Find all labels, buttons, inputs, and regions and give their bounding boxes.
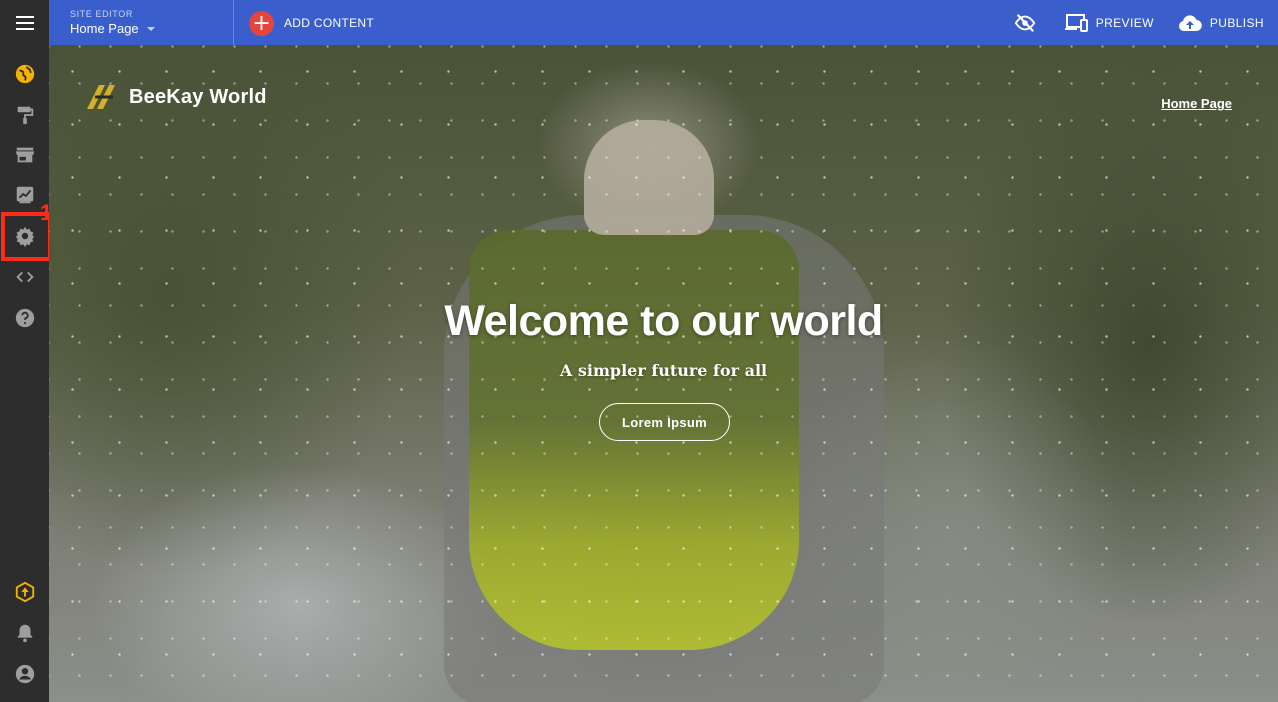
- preview-button[interactable]: PREVIEW: [1064, 13, 1154, 33]
- hamburger-menu-button[interactable]: [0, 0, 49, 45]
- sidebar-item-help[interactable]: [0, 298, 49, 338]
- brand-name: BeeKay World: [129, 85, 267, 108]
- bell-icon: [17, 624, 32, 643]
- cloud-upload-icon: [1178, 14, 1202, 31]
- hamburger-icon: [15, 15, 34, 30]
- hero-subtitle: A simpler future for all: [559, 361, 768, 380]
- publish-button[interactable]: PUBLISH: [1178, 13, 1264, 33]
- sidebar-item-code[interactable]: [0, 257, 49, 297]
- account-icon: [15, 664, 34, 684]
- hero-cta-button[interactable]: Lorem Ipsum: [599, 403, 730, 441]
- sidebar-item-account[interactable]: [0, 654, 49, 694]
- code-icon: [15, 271, 34, 283]
- globe-icon: [15, 64, 34, 84]
- site-brand[interactable]: BeeKay World: [85, 83, 267, 111]
- hero-title: Welcome to our world: [444, 297, 883, 345]
- current-page-label: Home Page: [70, 21, 139, 36]
- publish-label: PUBLISH: [1209, 15, 1264, 30]
- sidebar-item-upgrade[interactable]: [0, 572, 49, 612]
- hide-button[interactable]: [1014, 12, 1036, 34]
- preview-label: PREVIEW: [1095, 15, 1154, 30]
- store-icon: [15, 147, 34, 163]
- left-sidebar: [0, 0, 49, 702]
- upgrade-icon: [15, 581, 34, 603]
- top-bar: SITE EDITOR Home Page + ADD CONTENT PREV…: [49, 0, 1278, 45]
- devices-icon: [1064, 13, 1088, 32]
- page-selector[interactable]: SITE EDITOR Home Page: [49, 0, 234, 45]
- plus-icon: +: [249, 10, 274, 36]
- sidebar-item-notifications[interactable]: [0, 613, 49, 653]
- site-editor-label: SITE EDITOR: [70, 9, 133, 19]
- nav-link-home-page[interactable]: Home Page: [1161, 96, 1232, 111]
- site-preview-hero[interactable]: BeeKay World Home Page Welcome to our wo…: [49, 45, 1278, 702]
- sidebar-item-store[interactable]: [0, 135, 49, 175]
- help-icon: [15, 308, 34, 328]
- chevron-down-icon: [146, 26, 155, 31]
- add-content-button[interactable]: + ADD CONTENT: [249, 10, 374, 36]
- paint-roller-icon: [17, 106, 33, 125]
- eye-off-icon: [1014, 13, 1035, 32]
- chart-icon: [16, 186, 33, 204]
- sidebar-item-site[interactable]: [0, 54, 49, 94]
- add-content-label: ADD CONTENT: [284, 16, 374, 30]
- sidebar-item-design[interactable]: [0, 95, 49, 135]
- brand-logo-icon: [87, 85, 115, 109]
